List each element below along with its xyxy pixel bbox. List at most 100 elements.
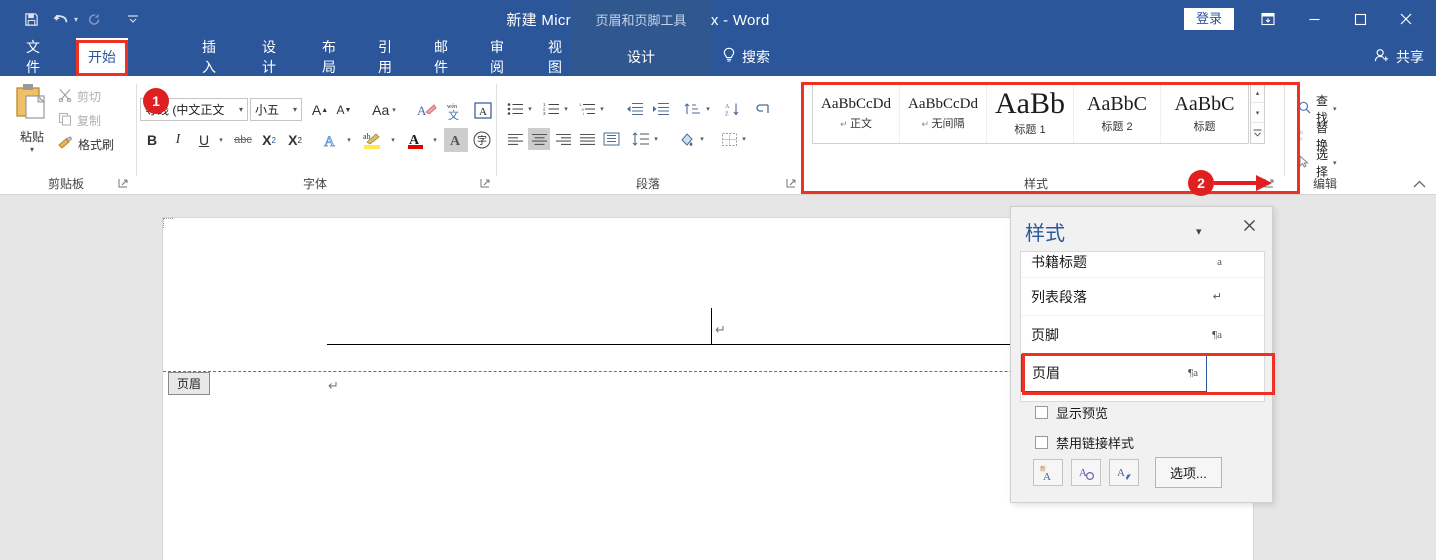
text-effects-dropdown-icon[interactable]: ▾ bbox=[342, 128, 356, 152]
gallery-more-icon[interactable] bbox=[1251, 123, 1264, 143]
gallery-scroll-down-icon[interactable]: ▾ bbox=[1251, 103, 1264, 123]
styles-options-button[interactable]: 选项... bbox=[1155, 457, 1222, 488]
font-color-dropdown-icon[interactable]: ▾ bbox=[428, 128, 442, 152]
paragraph-dialog-launcher[interactable] bbox=[786, 178, 798, 190]
maximize-icon[interactable] bbox=[1338, 6, 1382, 32]
search-box[interactable]: 搜索 bbox=[712, 38, 770, 76]
disable-linked-styles-row[interactable]: 禁用链接样式 bbox=[1035, 433, 1134, 452]
text-highlight-icon[interactable]: ab bbox=[360, 128, 386, 152]
clear-formatting-icon[interactable]: A bbox=[415, 98, 439, 122]
tab-layout[interactable]: 布局 bbox=[312, 38, 352, 76]
styles-pane-list[interactable]: 书籍标题 a 列表段落 ↵ 页脚 ¶a 页眉 ¶a bbox=[1020, 251, 1265, 402]
shading-dropdown-icon[interactable]: ▾ bbox=[696, 128, 708, 150]
select-dropdown-icon[interactable]: ▾ bbox=[1333, 159, 1337, 167]
italic-button[interactable]: I bbox=[168, 128, 188, 152]
font-color-icon[interactable]: A bbox=[404, 128, 428, 152]
superscript-button[interactable]: X2 bbox=[284, 128, 306, 152]
sort-az-icon[interactable]: AZ bbox=[722, 98, 744, 120]
align-center-icon[interactable] bbox=[528, 128, 550, 150]
justify-icon[interactable] bbox=[576, 128, 598, 150]
tab-references[interactable]: 引用 bbox=[368, 38, 408, 76]
shrink-font-button[interactable]: A ▼ bbox=[334, 98, 354, 122]
change-case-button[interactable]: Aa ▾ bbox=[368, 98, 400, 122]
style-list-item-list-paragraph[interactable]: 列表段落 ↵ bbox=[1021, 278, 1264, 316]
multilevel-list-icon[interactable]: 1ai bbox=[576, 98, 598, 120]
font-dialog-launcher[interactable] bbox=[480, 178, 492, 190]
chevron-down-icon[interactable]: ▾ bbox=[290, 105, 297, 114]
share-button[interactable]: 共享 bbox=[1374, 38, 1424, 76]
style-inspector-icon[interactable]: A bbox=[1071, 459, 1101, 486]
styles-pane-menu-icon[interactable]: ▾ bbox=[1196, 225, 1202, 238]
distributed-align-icon[interactable] bbox=[600, 128, 622, 150]
copy-button[interactable]: 复制 bbox=[58, 108, 132, 132]
styles-gallery-scrollbar[interactable]: ▴ ▾ bbox=[1250, 82, 1265, 144]
shading-icon[interactable] bbox=[676, 128, 698, 150]
phonetic-guide-icon[interactable]: wén 文 bbox=[442, 98, 466, 122]
gallery-scroll-up-icon[interactable]: ▴ bbox=[1251, 83, 1264, 103]
decrease-indent-icon[interactable] bbox=[624, 98, 646, 120]
tab-design[interactable]: 设计 bbox=[252, 38, 292, 76]
tab-file[interactable]: 文件 bbox=[16, 38, 56, 76]
character-shading-icon[interactable]: A bbox=[444, 128, 468, 152]
style-list-item-book-title[interactable]: 书籍标题 a bbox=[1021, 252, 1264, 278]
sort-ascending-icon[interactable] bbox=[682, 98, 704, 120]
tab-review[interactable]: 审阅 bbox=[480, 38, 520, 76]
paste-button[interactable]: 粘贴 ▾ bbox=[8, 82, 56, 154]
borders-dropdown-icon[interactable]: ▾ bbox=[738, 128, 750, 150]
new-style-icon[interactable]: 新A bbox=[1033, 459, 1063, 486]
styles-gallery[interactable]: AaBbCcDd ↵ 正文 AaBbCcDd ↵ 无间隔 AaBb 标题 1 A… bbox=[812, 82, 1249, 144]
manage-styles-icon[interactable]: A bbox=[1109, 459, 1139, 486]
tab-mailings[interactable]: 邮件 bbox=[424, 38, 464, 76]
style-list-item-header[interactable]: 页眉 ¶a bbox=[1021, 354, 1207, 392]
sign-in-button[interactable]: 登录 bbox=[1183, 7, 1234, 31]
numbering-dropdown-icon[interactable]: ▾ bbox=[560, 98, 572, 120]
font-size-combobox[interactable]: 小五 ▾ bbox=[250, 98, 302, 121]
text-effects-icon[interactable]: A bbox=[318, 128, 342, 152]
bullets-dropdown-icon[interactable]: ▾ bbox=[524, 98, 536, 120]
styles-pane[interactable]: 样式 ▾ 书籍标题 a 列表段落 ↵ 页脚 ¶a 页眉 ¶a 显示预览 禁用链接… bbox=[1010, 206, 1273, 503]
borders-icon[interactable] bbox=[718, 128, 740, 150]
tab-home[interactable]: 开始 bbox=[76, 38, 128, 76]
style-item-title[interactable]: AaBbC 标题 bbox=[1161, 83, 1248, 143]
clipboard-dialog-launcher[interactable] bbox=[118, 178, 130, 190]
subscript-button[interactable]: X2 bbox=[258, 128, 280, 152]
show-preview-checkbox[interactable] bbox=[1035, 406, 1048, 419]
sort-dropdown-icon[interactable]: ▾ bbox=[702, 98, 714, 120]
show-formatting-marks-icon[interactable] bbox=[752, 98, 774, 120]
disable-linked-styles-checkbox[interactable] bbox=[1035, 436, 1048, 449]
styles-pane-close-icon[interactable] bbox=[1243, 219, 1256, 237]
minimize-icon[interactable] bbox=[1292, 6, 1336, 32]
format-painter-button[interactable]: 格式刷 bbox=[58, 132, 132, 156]
style-item-heading2[interactable]: AaBbC 标题 2 bbox=[1074, 83, 1161, 143]
multilevel-dropdown-icon[interactable]: ▾ bbox=[596, 98, 608, 120]
line-spacing-icon[interactable] bbox=[630, 128, 652, 150]
enclose-character-icon[interactable]: 字 bbox=[470, 128, 494, 152]
style-list-item-footer[interactable]: 页脚 ¶a bbox=[1021, 316, 1264, 354]
strikethrough-button[interactable]: abc bbox=[230, 128, 256, 152]
collapse-ribbon-icon[interactable] bbox=[1413, 180, 1426, 192]
line-spacing-dropdown-icon[interactable]: ▾ bbox=[650, 128, 662, 150]
underline-dropdown-icon[interactable]: ▾ bbox=[214, 128, 228, 152]
cut-button[interactable]: 剪切 bbox=[58, 84, 132, 108]
style-item-normal[interactable]: AaBbCcDd ↵ 正文 bbox=[813, 83, 900, 143]
style-item-heading1[interactable]: AaBb 标题 1 bbox=[987, 83, 1074, 143]
chevron-down-icon[interactable]: ▾ bbox=[236, 105, 243, 114]
numbering-icon[interactable]: 123 bbox=[540, 98, 562, 120]
grow-font-button[interactable]: A ▲ bbox=[310, 98, 330, 122]
bullets-icon[interactable] bbox=[504, 98, 526, 120]
align-left-icon[interactable] bbox=[504, 128, 526, 150]
tab-header-footer-design[interactable]: 设计 bbox=[571, 38, 711, 76]
show-preview-row[interactable]: 显示预览 bbox=[1035, 403, 1108, 422]
close-icon[interactable] bbox=[1384, 6, 1428, 32]
highlight-dropdown-icon[interactable]: ▾ bbox=[386, 128, 400, 152]
style-item-no-spacing[interactable]: AaBbCcDd ↵ 无间隔 bbox=[900, 83, 987, 143]
character-border-icon[interactable]: A bbox=[470, 98, 496, 122]
increase-indent-icon[interactable] bbox=[650, 98, 672, 120]
underline-button[interactable]: U bbox=[194, 128, 214, 152]
find-dropdown-icon[interactable]: ▾ bbox=[1333, 105, 1337, 113]
ribbon-display-options-icon[interactable] bbox=[1246, 6, 1290, 32]
paste-dropdown-icon[interactable]: ▾ bbox=[8, 145, 56, 154]
tab-insert[interactable]: 插入 bbox=[192, 38, 232, 76]
bold-button[interactable]: B bbox=[142, 128, 162, 152]
align-right-icon[interactable] bbox=[552, 128, 574, 150]
